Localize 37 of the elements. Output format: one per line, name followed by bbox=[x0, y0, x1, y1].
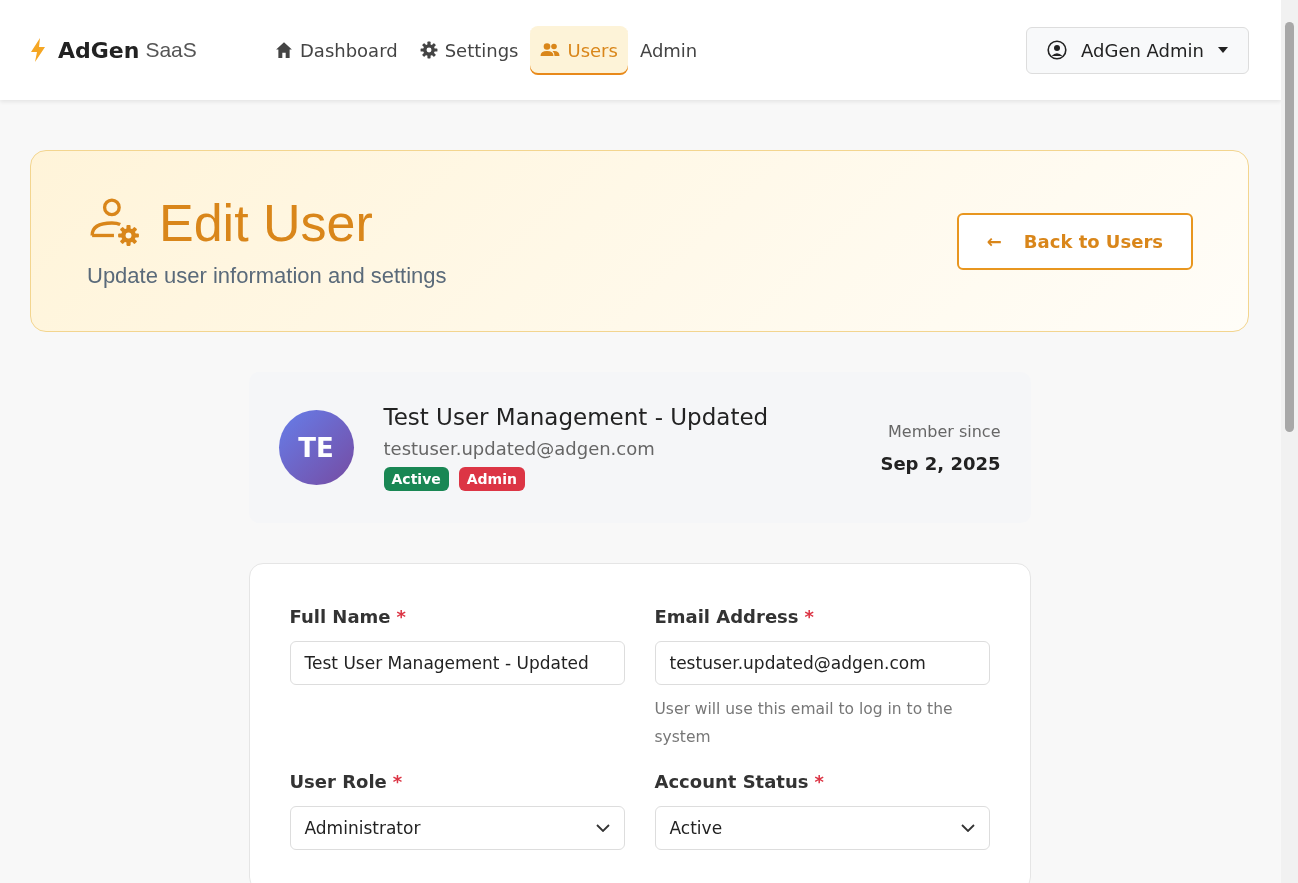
chevron-down-icon bbox=[595, 824, 610, 832]
help-text: User will use this email to log in to the system bbox=[654, 699, 954, 748]
member-since-date: Sep 2, 2025 bbox=[880, 452, 1001, 474]
avatar: TE bbox=[278, 410, 354, 485]
user-menu-button[interactable]: AdGen Admin bbox=[1026, 26, 1249, 74]
status-badge: Active bbox=[383, 467, 449, 491]
user-name: Test User Management - Updated bbox=[383, 404, 770, 430]
lightning-icon bbox=[30, 37, 46, 63]
chevron-down-icon bbox=[960, 824, 975, 832]
text-input[interactable]: testuser.updated@adgen.com bbox=[654, 641, 990, 685]
brand-suffix: SaaS bbox=[145, 38, 197, 62]
text-input[interactable]: Test User Management - Updated bbox=[289, 641, 625, 685]
select-dropdown[interactable]: Active bbox=[654, 806, 990, 850]
nav-link[interactable]: Admin bbox=[629, 25, 708, 75]
required-mark: * bbox=[392, 771, 403, 792]
field-label: Full Name bbox=[289, 606, 391, 627]
field-label: User Role bbox=[289, 771, 387, 792]
users-icon bbox=[540, 42, 561, 58]
status-badge: Admin bbox=[458, 467, 525, 491]
required-mark: * bbox=[396, 606, 406, 627]
member-since-label: Member since bbox=[887, 421, 1001, 441]
nav-link[interactable]: Dashboard bbox=[265, 25, 408, 75]
home-icon bbox=[275, 41, 293, 59]
user-circle-icon bbox=[1047, 40, 1068, 60]
field-label: Email Address bbox=[654, 606, 799, 627]
user-email: testuser.updated@adgen.com bbox=[383, 438, 656, 459]
required-mark: * bbox=[814, 771, 824, 792]
required-mark: * bbox=[804, 606, 814, 627]
page-title: Edit User bbox=[159, 193, 373, 253]
brand-name: AdGen bbox=[58, 37, 140, 63]
scrollbar[interactable] bbox=[1281, 0, 1298, 883]
field-label: Account Status bbox=[654, 771, 809, 792]
select-dropdown[interactable]: Administrator bbox=[289, 806, 625, 850]
nav-link[interactable]: Settings bbox=[409, 25, 529, 75]
caret-icon bbox=[1218, 47, 1228, 53]
page-subtitle: Update user information and settings bbox=[87, 263, 447, 289]
gear-icon bbox=[419, 41, 438, 59]
